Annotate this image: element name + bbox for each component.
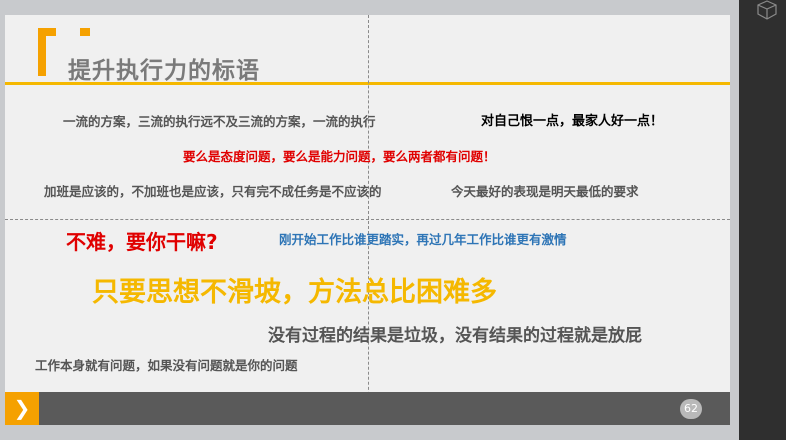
slogan-7: 刚开始工作比谁更踏实，再过几年工作比谁更有激情 bbox=[279, 232, 567, 247]
chevron-right-icon[interactable]: ❯ bbox=[5, 392, 39, 425]
slogan-8: 只要思想不滑坡，方法总比困难多 bbox=[92, 277, 497, 308]
title-bracket-decoration bbox=[38, 28, 56, 76]
slide: 提升执行力的标语 一流的方案，三流的执行远不及三流的方案，一流的执行 对自己恨一… bbox=[5, 15, 730, 425]
slogan-2: 对自己恨一点，最家人好一点！ bbox=[481, 114, 664, 129]
slogan-4: 加班是应该的，不加班也是应该，只有完不成任务是不应该的 bbox=[44, 184, 382, 199]
slogan-6: 不难，要你干嘛? bbox=[66, 230, 218, 254]
slogan-5: 今天最好的表现是明天最低的要求 bbox=[451, 184, 639, 199]
slogan-1: 一流的方案，三流的执行远不及三流的方案，一流的执行 bbox=[63, 114, 376, 129]
side-panel bbox=[739, 0, 786, 440]
horizontal-guide-line bbox=[5, 219, 730, 220]
slogan-9: 没有过程的结果是垃圾，没有结果的过程就是放屁 bbox=[268, 326, 642, 346]
vertical-guide-line bbox=[368, 15, 369, 425]
slogan-3: 要么是态度问题，要么是能力问题，要么两者都有问题！ bbox=[183, 149, 496, 164]
slide-footer: ❯ 62 bbox=[5, 392, 730, 425]
slogan-10: 工作本身就有问题，如果没有问题就是你的问题 bbox=[35, 358, 298, 373]
title-bracket-tail bbox=[80, 28, 90, 36]
cube-icon[interactable] bbox=[756, 0, 778, 20]
slide-title: 提升执行力的标语 bbox=[68, 58, 260, 84]
page-number-badge: 62 bbox=[680, 399, 702, 419]
